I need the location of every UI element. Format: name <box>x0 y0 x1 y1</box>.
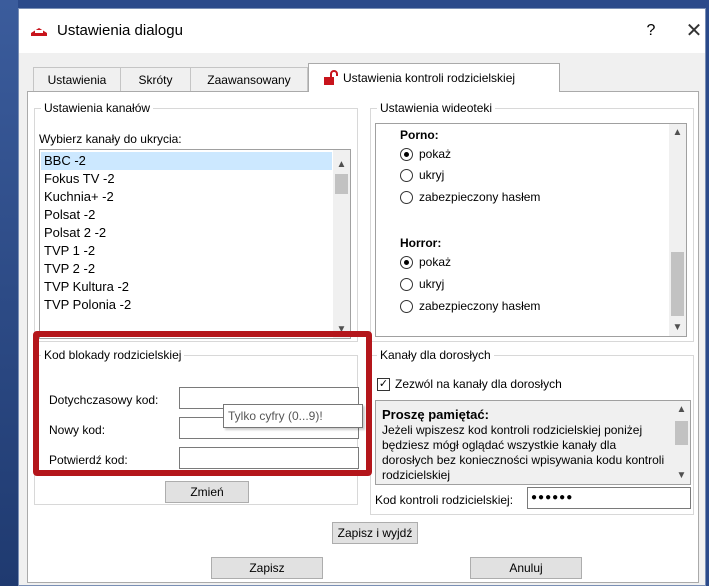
channel-list[interactable]: BBC -2 Fokus TV -2 Kuchnia+ -2 Polsat -2… <box>39 149 351 339</box>
radio-label: ukryj <box>419 168 445 182</box>
window-title: Ustawienia dialogu <box>57 22 183 39</box>
adult-channels-checkbox[interactable]: ✓ <box>377 378 390 391</box>
scroll-up-icon[interactable]: ▲ <box>333 156 350 173</box>
tab-ustawienia[interactable]: Ustawienia <box>33 67 121 91</box>
channels-group-title: Ustawienia kanałów <box>41 101 154 115</box>
note-box: Proszę pamiętać: Jeżeli wpiszesz kod kon… <box>375 400 691 485</box>
help-button[interactable]: ? <box>636 19 666 43</box>
video-group-title: Ustawienia wideoteki <box>377 101 496 115</box>
scroll-thumb[interactable] <box>671 252 684 316</box>
radio-label: zabezpieczony hasłem <box>419 299 541 313</box>
radio-label: zabezpieczony hasłem <box>419 190 541 204</box>
list-item[interactable]: BBC -2 <box>44 152 86 170</box>
radio-porno-show[interactable] <box>400 148 413 161</box>
scroll-up-icon[interactable]: ▲ <box>669 124 686 141</box>
radio-horror-show[interactable] <box>400 256 413 269</box>
tab-zaawansowany[interactable]: Zaawansowany <box>190 67 308 91</box>
lock-code-group: Kod blokady rodzicielskiej Dotychczasowy… <box>34 348 359 505</box>
note-text: Jeżeli wpiszesz kod kontroli rodzicielsk… <box>382 423 665 482</box>
tab-kontrola-rodzicielska[interactable]: Ustawienia kontroli rodzicielskiej <box>308 63 560 92</box>
scroll-thumb[interactable] <box>335 174 348 194</box>
desktop-background <box>0 0 18 586</box>
scroll-down-icon[interactable]: ▼ <box>333 321 350 338</box>
category-title: Porno: <box>400 128 439 142</box>
confirm-code-input[interactable] <box>179 447 359 469</box>
list-item[interactable]: TVP Polonia -2 <box>44 296 131 314</box>
note-title: Proszę pamiętać: <box>382 407 489 422</box>
radio-horror-password[interactable] <box>400 300 413 313</box>
checkbox-label: Zezwól na kanały dla dorosłych <box>395 377 562 391</box>
parental-code-label: Kod kontroli rodzicielskiej: <box>375 493 514 507</box>
radio-porno-hide[interactable] <box>400 169 413 182</box>
tab-label: Ustawienia kontroli rodzicielskiej <box>343 71 516 85</box>
new-code-label: Nowy kod: <box>49 423 106 437</box>
title-bar: Ustawienia dialogu ? ✕ <box>19 9 705 53</box>
parental-code-input[interactable]: ●●●●●● <box>527 487 691 509</box>
list-item[interactable]: Fokus TV -2 <box>44 170 115 188</box>
unlock-icon <box>324 70 338 85</box>
tab-skroty[interactable]: Skróty <box>120 67 191 91</box>
adult-group-title: Kanały dla dorosłych <box>377 348 494 362</box>
close-button[interactable]: ✕ <box>679 19 709 43</box>
video-group: Ustawienia wideoteki Porno: pokaż ukryj … <box>370 101 694 342</box>
lock-group-title: Kod blokady rodzicielskiej <box>41 348 185 362</box>
channels-prompt: Wybierz kanały do ukrycia: <box>39 132 182 146</box>
list-item[interactable]: TVP Kultura -2 <box>44 278 129 296</box>
save-button[interactable]: Zapisz <box>211 557 323 579</box>
radio-label: pokaż <box>419 255 452 269</box>
note-scrollbar[interactable]: ▲ ▼ <box>673 401 690 484</box>
cancel-button[interactable]: Anuluj <box>470 557 582 579</box>
tab-panel: Ustawienia kanałów Wybierz kanały do ukr… <box>27 91 699 583</box>
save-exit-button[interactable]: Zapisz i wyjdź <box>332 522 418 544</box>
dialog-window: Ustawienia dialogu ? ✕ Ustawienia Skróty… <box>18 8 706 586</box>
list-item[interactable]: TVP 2 -2 <box>44 260 95 278</box>
digits-tooltip: Tylko cyfry (0...9)! <box>223 404 363 428</box>
check-icon: ✓ <box>378 378 389 390</box>
change-button[interactable]: Zmień <box>165 481 249 503</box>
scroll-down-icon[interactable]: ▼ <box>669 319 686 336</box>
radio-label: ukryj <box>419 277 445 291</box>
list-item[interactable]: Polsat -2 <box>44 206 95 224</box>
current-code-label: Dotychczasowy kod: <box>49 393 159 407</box>
list-item[interactable]: Polsat 2 -2 <box>44 224 106 242</box>
scroll-thumb[interactable] <box>675 421 688 445</box>
app-icon <box>31 28 47 36</box>
video-settings-list: Porno: pokaż ukryj zabezpieczony hasłem … <box>375 123 687 337</box>
radio-horror-hide[interactable] <box>400 278 413 291</box>
scroll-up-icon[interactable]: ▲ <box>673 401 690 418</box>
confirm-code-label: Potwierdź kod: <box>49 453 128 467</box>
list-item[interactable]: TVP 1 -2 <box>44 242 95 260</box>
channels-group: Ustawienia kanałów Wybierz kanały do ukr… <box>34 101 358 342</box>
list-item[interactable]: Kuchnia+ -2 <box>44 188 114 206</box>
video-list-scrollbar[interactable]: ▲ ▼ <box>669 124 686 336</box>
scroll-down-icon[interactable]: ▼ <box>673 467 690 484</box>
category-title: Horror: <box>400 236 442 250</box>
channel-list-scrollbar[interactable]: ▲ ▼ <box>333 150 350 338</box>
adult-channels-group: Kanały dla dorosłych ✓ Zezwól na kanały … <box>370 348 694 515</box>
radio-label: pokaż <box>419 147 452 161</box>
radio-porno-password[interactable] <box>400 191 413 204</box>
